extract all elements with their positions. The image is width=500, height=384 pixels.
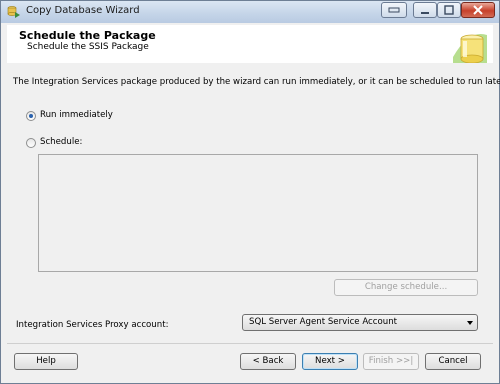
maximize-icon xyxy=(444,5,454,15)
run-immediately-label[interactable]: Run immediately xyxy=(40,110,113,120)
minimize-icon xyxy=(388,7,400,13)
window-title: Copy Database Wizard xyxy=(26,5,140,16)
close-icon xyxy=(473,5,483,15)
proxy-account-value: SQL Server Agent Service Account xyxy=(249,317,398,327)
cancel-button[interactable]: Cancel xyxy=(425,353,481,370)
next-button[interactable]: Next > xyxy=(302,353,358,370)
schedule-radio[interactable] xyxy=(26,138,36,148)
app-icon xyxy=(7,6,20,18)
minimize-window-button[interactable] xyxy=(413,2,437,18)
title-bar[interactable]: Copy Database Wizard xyxy=(1,1,499,23)
run-immediately-radio[interactable] xyxy=(26,111,36,121)
schedule-label[interactable]: Schedule: xyxy=(40,137,82,147)
page-subtitle: Schedule the SSIS Package xyxy=(27,42,149,52)
content-area: The Integration Services package produce… xyxy=(7,63,500,341)
back-button[interactable]: < Back xyxy=(240,353,296,370)
wizard-window: Copy Database Wizard Schedule the Packag… xyxy=(0,0,500,384)
change-schedule-button[interactable]: Change schedule... xyxy=(334,279,478,296)
page-header: Schedule the Package Schedule the SSIS P… xyxy=(7,25,493,64)
database-icon xyxy=(453,33,487,63)
footer-divider xyxy=(7,343,493,344)
help-button[interactable]: Help xyxy=(14,353,78,370)
schedule-details-box xyxy=(38,154,478,272)
maximize-button[interactable] xyxy=(437,2,461,18)
close-button[interactable] xyxy=(461,2,495,18)
minimize-button[interactable] xyxy=(381,2,407,18)
proxy-account-label: Integration Services Proxy account: xyxy=(16,320,169,330)
description-text: The Integration Services package produce… xyxy=(13,77,500,87)
page-title: Schedule the Package xyxy=(19,29,156,42)
finish-button[interactable]: Finish >>| xyxy=(363,353,419,370)
minimize-icon xyxy=(421,12,429,14)
proxy-account-select[interactable]: SQL Server Agent Service Account xyxy=(242,314,478,331)
chevron-down-icon xyxy=(467,321,473,325)
